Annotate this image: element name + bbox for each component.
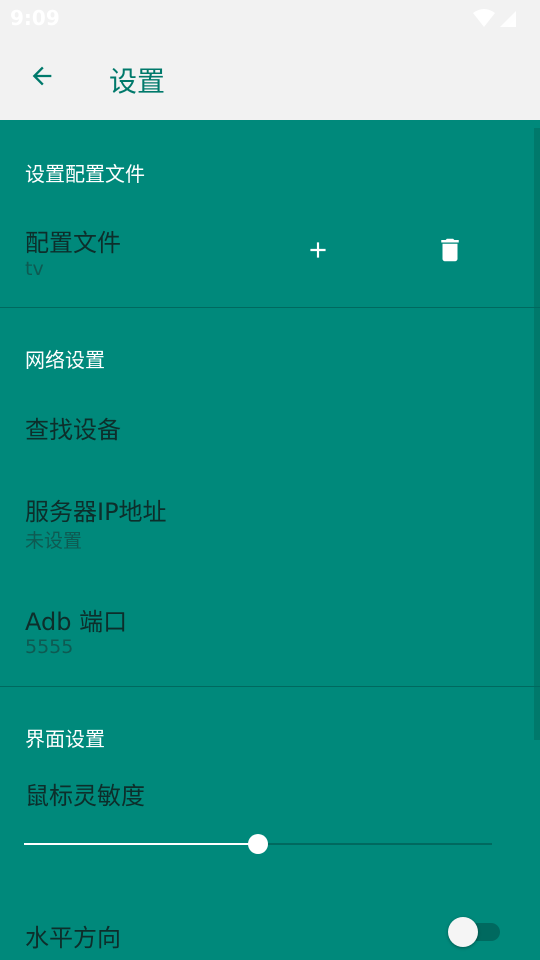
toggle-thumb <box>448 917 478 947</box>
horizontal-toggle[interactable] <box>448 915 502 949</box>
status-bar: 9:09 <box>0 0 540 36</box>
mouse-sensitivity-title: 鼠标灵敏度 <box>25 782 145 810</box>
slider-thumb[interactable] <box>248 834 268 854</box>
app-bar: 设置 <box>0 36 540 120</box>
divider <box>0 307 540 308</box>
section-header-profile: 设置配置文件 <box>25 162 145 186</box>
section-header-interface: 界面设置 <box>25 727 105 751</box>
delete-profile-button[interactable] <box>426 228 474 276</box>
wifi-icon <box>473 9 495 27</box>
horizontal-title: 水平方向 <box>25 924 121 952</box>
slider-track <box>258 843 492 845</box>
mouse-sensitivity-slider[interactable] <box>24 834 492 854</box>
adb-port-title: Adb 端口 <box>25 608 128 636</box>
scrollbar[interactable] <box>534 128 540 740</box>
add-profile-button[interactable] <box>294 228 342 276</box>
section-header-network: 网络设置 <box>25 348 105 372</box>
server-ip-value: 未设置 <box>25 530 83 552</box>
adb-port-value: 5555 <box>25 636 74 658</box>
arrow-left-icon <box>28 62 56 94</box>
slider-fill <box>24 843 258 845</box>
profile-item-value: tv <box>25 258 44 280</box>
profile-item-title: 配置文件 <box>25 229 121 257</box>
trash-icon <box>435 235 465 269</box>
status-icons <box>472 8 518 28</box>
server-ip-title: 服务器IP地址 <box>25 498 167 526</box>
plus-icon <box>305 237 331 267</box>
back-button[interactable] <box>18 54 66 102</box>
divider <box>0 686 540 687</box>
find-device-item[interactable]: 查找设备 <box>25 410 121 445</box>
signal-icon <box>500 11 516 27</box>
status-time: 9:09 <box>10 6 60 30</box>
page-title: 设置 <box>109 65 166 98</box>
